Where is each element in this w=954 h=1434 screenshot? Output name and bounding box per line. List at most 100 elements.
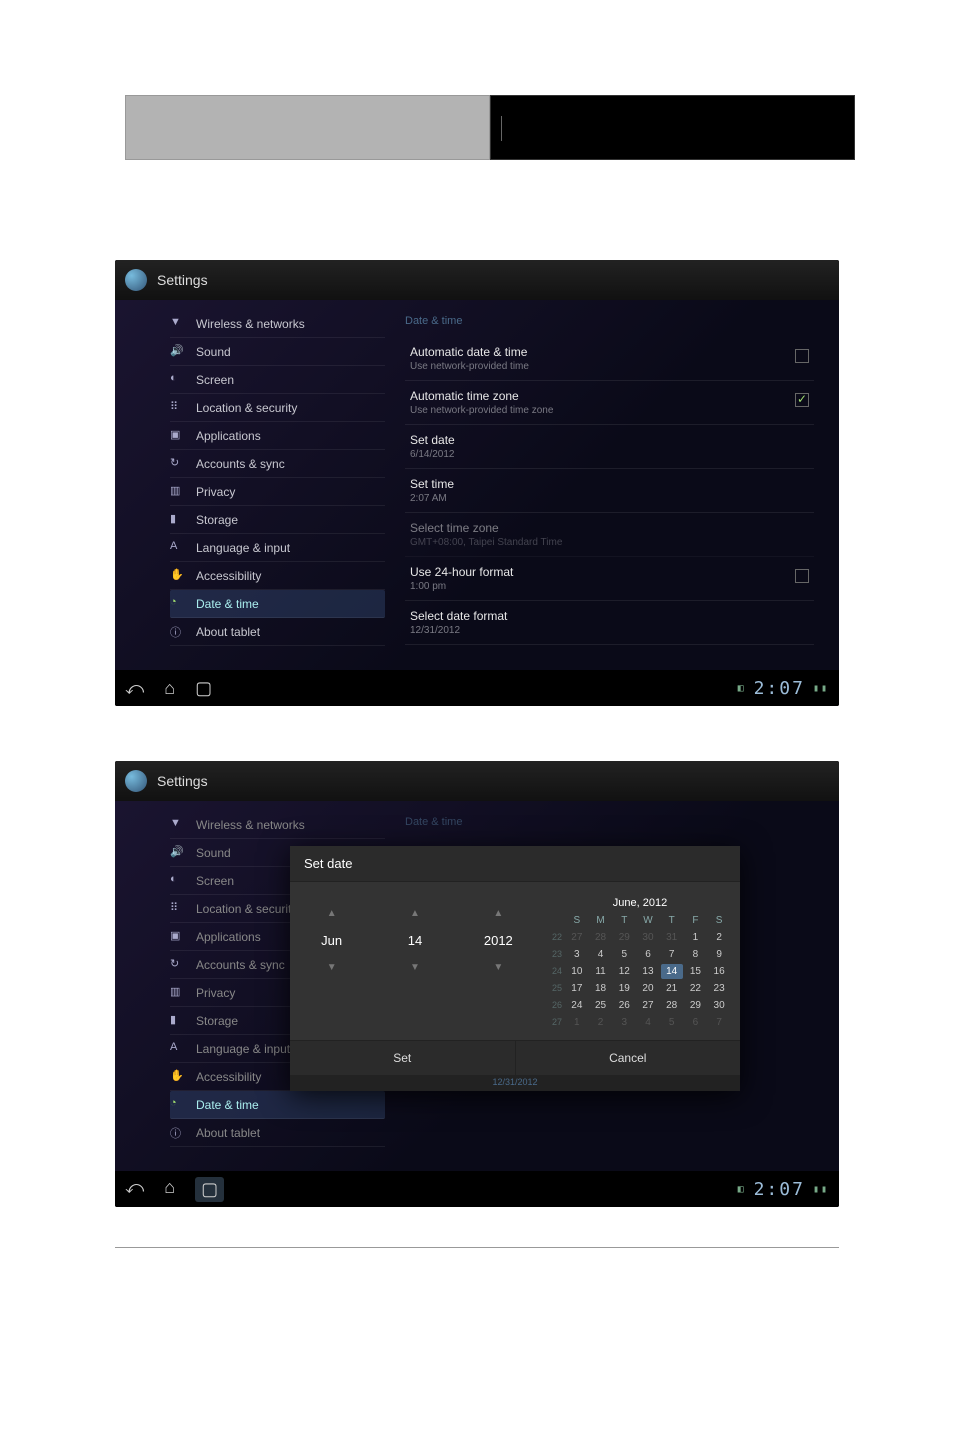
calendar-day[interactable]: 28 [661, 998, 683, 1013]
calendar-day[interactable]: 3 [566, 947, 588, 962]
home-icon[interactable]: ⌂ [164, 1177, 175, 1202]
calendar-day[interactable]: 6 [637, 947, 659, 962]
calendar-day[interactable]: 1 [566, 1015, 588, 1030]
sidebar-item-about[interactable]: ⓘAbout tablet [170, 1119, 385, 1147]
recent-icon[interactable]: ▢ [195, 678, 212, 699]
sidebar-item-privacy[interactable]: ▥Privacy [170, 478, 385, 506]
calendar-day[interactable]: 6 [685, 1015, 707, 1030]
setting-row[interactable]: Automatic time zone Use network-provided … [405, 381, 814, 425]
calendar-day[interactable]: 24 [566, 998, 588, 1013]
calendar-day[interactable]: 30 [637, 930, 659, 945]
calendar-day[interactable]: 31 [661, 930, 683, 945]
calendar-day[interactable]: 13 [637, 964, 659, 979]
sidebar-item-about[interactable]: ⓘAbout tablet [170, 618, 385, 646]
cancel-button[interactable]: Cancel [516, 1041, 741, 1075]
calendar-day[interactable]: 5 [613, 947, 635, 962]
calendar-day[interactable]: 26 [613, 998, 635, 1013]
calendar-day[interactable]: 15 [685, 964, 707, 979]
setting-row[interactable]: Automatic date & timeUse network-provide… [405, 337, 814, 381]
calendar-day[interactable]: 28 [590, 930, 612, 945]
sidebar-item-wifi[interactable]: ▼Wireless & networks [170, 811, 385, 839]
spinner-up-icon[interactable]: ▲ [290, 902, 373, 925]
sidebar-item-access[interactable]: ✋Accessibility [170, 562, 385, 590]
calendar-day[interactable]: 23 [708, 981, 730, 996]
month-value: Jun [290, 925, 373, 956]
sync-icon: ↻ [170, 957, 186, 973]
calendar-day[interactable]: 5 [661, 1015, 683, 1030]
calendar-day[interactable]: 4 [637, 1015, 659, 1030]
calendar-day[interactable]: 7 [708, 1015, 730, 1030]
sidebar-item-clock[interactable]: ◔Date & time [170, 590, 385, 618]
calendar-day[interactable]: 1 [685, 930, 707, 945]
setting-sublabel: 1:00 pm [410, 581, 809, 592]
calendar-day[interactable]: 10 [566, 964, 588, 979]
spinner-up-icon[interactable]: ▲ [373, 902, 456, 925]
calendar-day[interactable]: 22 [685, 981, 707, 996]
sidebar-item-storage[interactable]: ▮Storage [170, 506, 385, 534]
sidebar-item-apps[interactable]: ▣Applications [170, 422, 385, 450]
status-time: 2:07 [754, 678, 805, 699]
calendar-day[interactable]: 2 [590, 1015, 612, 1030]
calendar-day[interactable]: 8 [685, 947, 707, 962]
back-icon[interactable]: ⤺ [125, 1177, 144, 1202]
calendar-day[interactable]: 3 [613, 1015, 635, 1030]
calendar-day[interactable]: 19 [613, 981, 635, 996]
sidebar-item-label: Screen [196, 874, 234, 888]
calendar-day[interactable]: 11 [590, 964, 612, 979]
setting-row[interactable]: Select date format12/31/2012 [405, 601, 814, 645]
sidebar-item-sync[interactable]: ↻Accounts & sync [170, 450, 385, 478]
calendar-day[interactable]: 29 [613, 930, 635, 945]
calendar-day[interactable]: 20 [637, 981, 659, 996]
calendar-day[interactable]: 29 [685, 998, 707, 1013]
sidebar-item-label: Sound [196, 345, 231, 359]
header-right [490, 95, 855, 160]
calendar-day[interactable]: 27 [637, 998, 659, 1013]
calendar-day[interactable]: 27 [566, 930, 588, 945]
dialog-footer-date: 12/31/2012 [290, 1075, 740, 1091]
calendar-day[interactable]: 9 [708, 947, 730, 962]
year-spinner[interactable]: ▲ 2012 ▼ [457, 892, 540, 1040]
calendar-day[interactable]: 25 [590, 998, 612, 1013]
calendar-day[interactable]: 7 [661, 947, 683, 962]
sound-icon: 🔊 [170, 845, 186, 861]
calendar-corner [550, 913, 564, 928]
set-button[interactable]: Set [290, 1041, 516, 1075]
sidebar-item-lang[interactable]: ALanguage & input [170, 534, 385, 562]
sidebar-item-label: Accessibility [196, 569, 261, 583]
apps-icon: ▣ [170, 929, 186, 945]
spinner-down-icon[interactable]: ▼ [457, 956, 540, 979]
calendar-day[interactable]: 4 [590, 947, 612, 962]
calendar-day[interactable]: 30 [708, 998, 730, 1013]
calendar-day[interactable]: 21 [661, 981, 683, 996]
setting-row[interactable]: Set date6/14/2012 [405, 425, 814, 469]
checkbox[interactable] [795, 349, 809, 363]
about-icon: ⓘ [170, 1125, 186, 1141]
calendar-day[interactable]: 16 [708, 964, 730, 979]
checkbox[interactable] [795, 393, 809, 407]
calendar-day[interactable]: 2 [708, 930, 730, 945]
setting-row[interactable]: Use 24-hour format1:00 pm [405, 557, 814, 601]
setting-label: Automatic time zone [410, 389, 809, 403]
setting-sublabel: Use network-provided time zone [410, 405, 809, 416]
setting-row[interactable]: Set time2:07 AM [405, 469, 814, 513]
checkbox[interactable] [795, 569, 809, 583]
sidebar-item-clock[interactable]: ◔Date & time [170, 1091, 385, 1119]
calendar-day[interactable]: 14 [661, 964, 683, 979]
calendar-day[interactable]: 18 [590, 981, 612, 996]
sidebar-item-sound[interactable]: 🔊Sound [170, 338, 385, 366]
month-spinner[interactable]: ▲ Jun ▼ [290, 892, 373, 1040]
calendar-day[interactable]: 17 [566, 981, 588, 996]
calendar-week-number: 26 [550, 998, 564, 1013]
recent-icon[interactable]: ▢ [195, 1177, 224, 1202]
spinner-down-icon[interactable]: ▼ [290, 956, 373, 979]
sidebar-item-wifi[interactable]: ▼Wireless & networks [170, 310, 385, 338]
calendar-day[interactable]: 12 [613, 964, 635, 979]
back-icon[interactable]: ⤺ [125, 678, 144, 699]
calendar[interactable]: June, 2012 SMTWTFS2227282930311223345678… [540, 892, 740, 1040]
sidebar-item-location[interactable]: ⠿Location & security [170, 394, 385, 422]
spinner-down-icon[interactable]: ▼ [373, 956, 456, 979]
sidebar-item-screen[interactable]: ◐Screen [170, 366, 385, 394]
spinner-up-icon[interactable]: ▲ [457, 902, 540, 925]
day-spinner[interactable]: ▲ 14 ▼ [373, 892, 456, 1040]
home-icon[interactable]: ⌂ [164, 678, 175, 699]
